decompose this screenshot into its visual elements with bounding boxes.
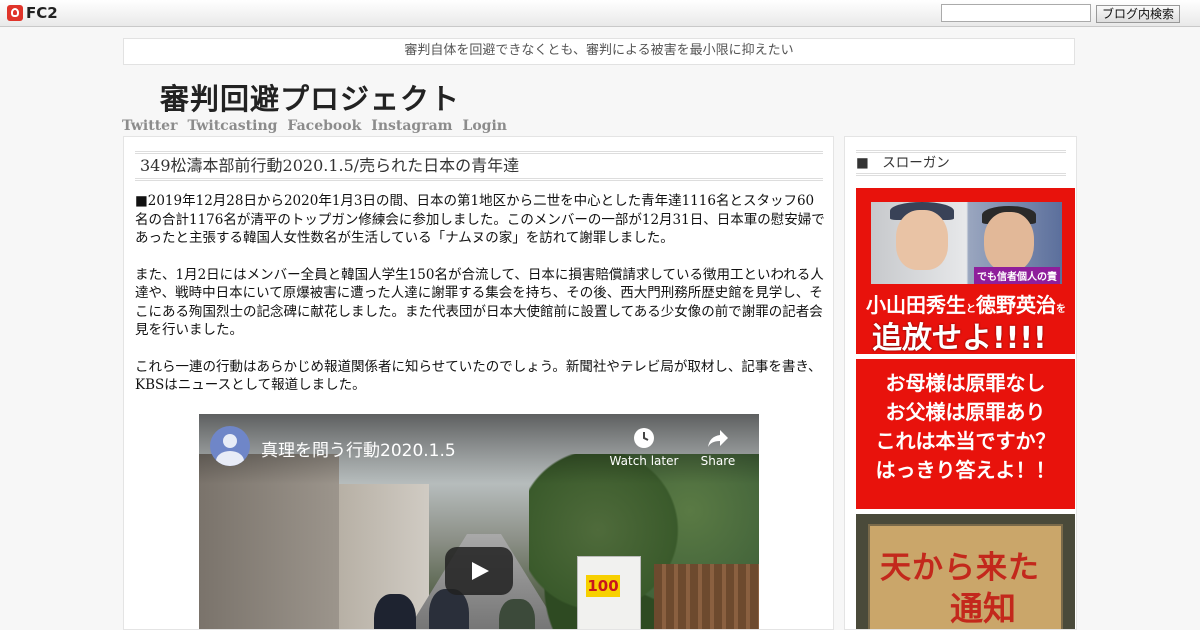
banner-photo-caption: でも信者個人の責	[974, 267, 1060, 284]
top-nav: Twitter Twitcasting Facebook Instagram L…	[122, 118, 507, 134]
fc2-logo[interactable]: FC2	[7, 4, 58, 22]
blog-search-button[interactable]: ブログ内検索	[1096, 5, 1180, 23]
banner-line: お母様は原罪なし	[885, 371, 1046, 395]
entry-paragraph: また、1月2日にはメンバー全員と韓国人学生150名が合流して、日本に損害賠償請求…	[135, 266, 824, 339]
banner-photo-face	[984, 212, 1034, 272]
slogan-banner-original-sin[interactable]: お母様は原罪なし お父様は原罪あり これは本当ですか？ はっきり答えよ！！	[856, 359, 1075, 509]
entry-title[interactable]: 349松濤本部前行動2020.1.5/売られた日本の青年達	[135, 151, 823, 181]
nav-link-instagram[interactable]: Instagram	[371, 118, 452, 134]
video-scene-fence	[654, 564, 759, 629]
nav-link-login[interactable]: Login	[462, 118, 506, 134]
banner-card: 天から来た 通知	[868, 524, 1063, 629]
share-label: Share	[700, 454, 736, 468]
vending-sign: 100	[586, 575, 620, 597]
nav-link-twitcasting[interactable]: Twitcasting	[187, 118, 277, 134]
share-button[interactable]: Share	[693, 426, 743, 468]
video-scene-person	[499, 599, 535, 629]
fc2-logo-icon	[7, 5, 23, 21]
clock-icon	[634, 428, 654, 448]
banner-line: お父様は原罪あり	[885, 400, 1046, 424]
main-content: 349松濤本部前行動2020.1.5/売られた日本の青年達 ■2019年12月2…	[123, 136, 834, 630]
sidebar-section-title: ■ スローガン	[856, 150, 1066, 176]
banner-line: これは本当ですか？	[875, 429, 1056, 453]
watch-later-button[interactable]: Watch later	[604, 426, 684, 468]
banner-heading: 通知	[950, 589, 1016, 628]
video-scene-person	[429, 589, 469, 629]
video-title[interactable]: 真理を問う行動2020.1.5	[261, 436, 456, 461]
blog-title[interactable]: 審判回避プロジェクト	[160, 76, 460, 118]
channel-avatar-icon[interactable]	[210, 426, 250, 466]
entry-paragraph: ■2019年12月28日から2020年1月3日の間、日本の第1地区から二世を中心…	[135, 193, 825, 246]
fc2-logo-text: FC2	[26, 4, 58, 22]
watch-later-label: Watch later	[609, 454, 679, 468]
nav-link-facebook[interactable]: Facebook	[287, 118, 361, 134]
banner-heading: 天から来た	[880, 550, 1040, 586]
banner-photo-face	[896, 210, 948, 270]
sidebar: ■ スローガン でも信者個人の責 小山田秀生と徳野英治を 追放せよ!!!! お母…	[844, 136, 1077, 630]
nav-link-twitter[interactable]: Twitter	[122, 118, 177, 134]
entry-body: ■2019年12月28日から2020年1月3日の間、日本の第1地区から二世を中心…	[135, 192, 825, 413]
play-button-icon[interactable]	[445, 547, 513, 595]
video-scene-person	[374, 594, 416, 629]
video-scene-vending-machine: 100	[577, 556, 641, 629]
slogan-banner-notice[interactable]: 天から来た 通知	[856, 514, 1075, 629]
blog-search-input[interactable]	[941, 4, 1091, 22]
fc2-toolbar: FC2 ブログ内検索	[0, 0, 1200, 27]
banner-headline: 追放せよ!!!!	[872, 321, 1047, 354]
share-arrow-icon	[708, 430, 728, 447]
embedded-video[interactable]: 100 真理を問う行動2020.1.5 Watch later Share	[199, 414, 759, 629]
slogan-banner-expel[interactable]: でも信者個人の責 小山田秀生と徳野英治を 追放せよ!!!!	[856, 188, 1075, 354]
banner-line: はっきり答えよ！！	[875, 458, 1056, 482]
entry-paragraph: これら一連の行動はあらかじめ報道関係者に知らせていたのでしょう。新聞社やテレビ局…	[135, 358, 822, 394]
blog-tagline: 審判自体を回避できなくとも、審判による被害を最小限に抑えたい	[123, 38, 1075, 65]
